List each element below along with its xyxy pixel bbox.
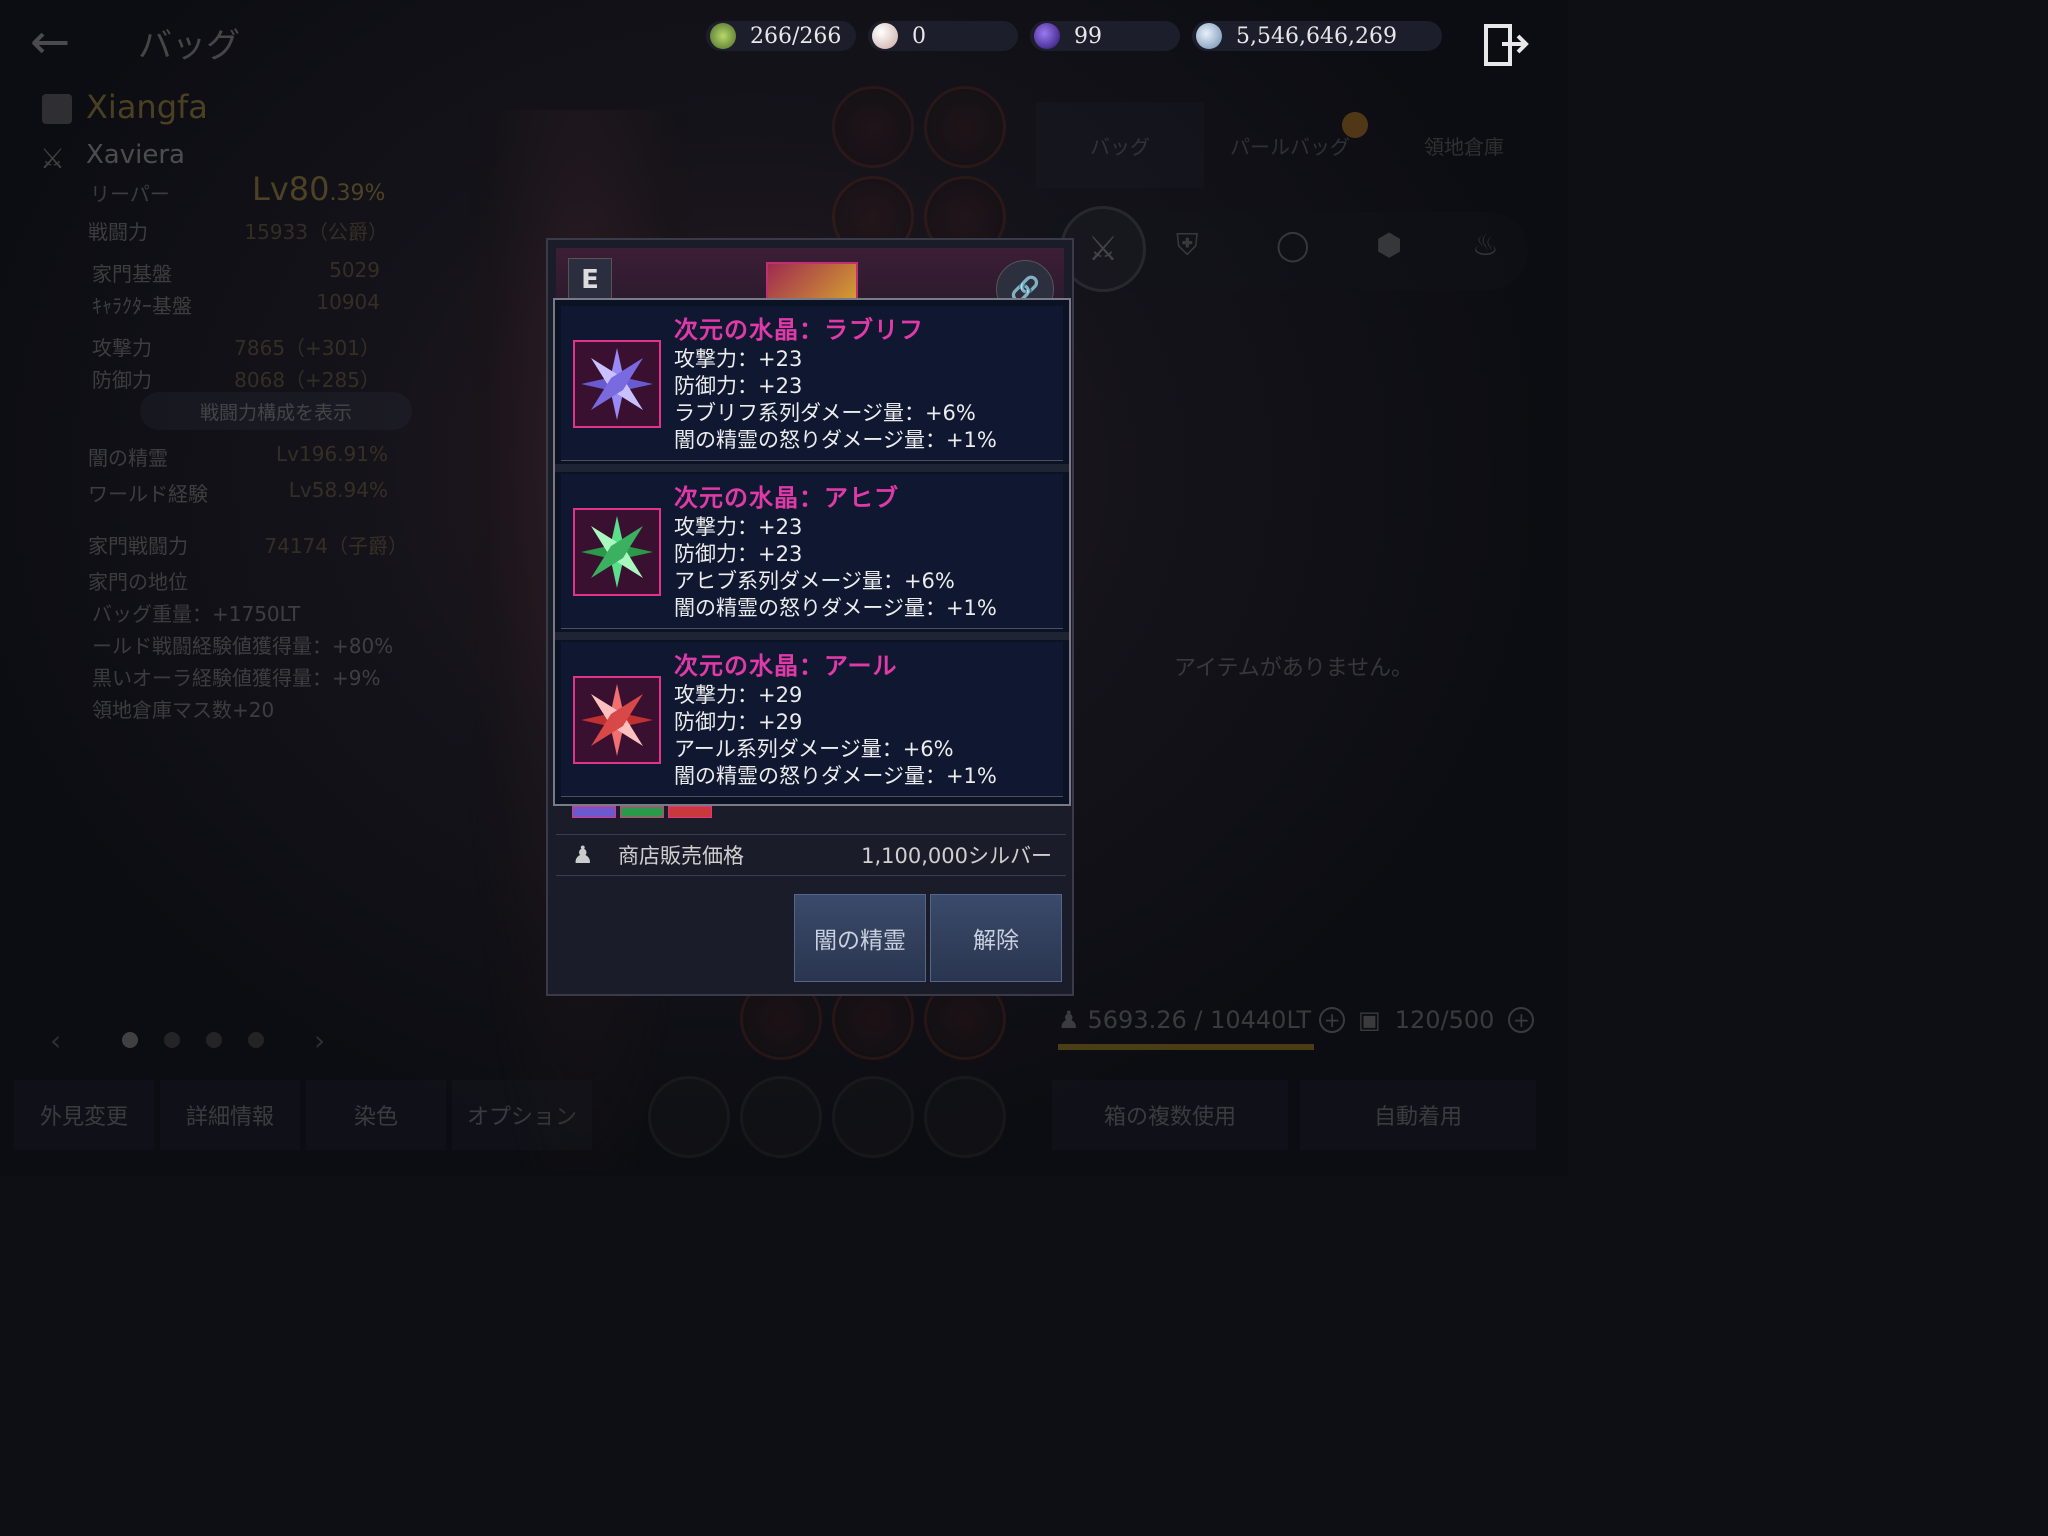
stat-line: 防御力：+23 — [674, 374, 803, 398]
stat-line: 闇の精霊の怒りダメージ量：+1% — [674, 428, 997, 452]
stat-line: 防御力：+29 — [674, 710, 803, 734]
stat-line: 攻撃力：+23 — [674, 515, 803, 539]
release-button[interactable]: 解除 — [930, 894, 1062, 982]
stat-line: 防御力：+23 — [674, 542, 803, 566]
crystal-item[interactable]: 次元の水晶：ラブリフ 攻撃力：+23 防御力：+23 ラブリフ系列ダメージ量：+… — [561, 306, 1063, 461]
crystal-name: 次元の水晶：アール — [674, 652, 898, 680]
stat-line: アール系列ダメージ量：+6% — [674, 737, 954, 761]
crystal-stats: 攻撃力：+23 防御力：+23 アヒブ系列ダメージ量：+6% 闇の精霊の怒りダメ… — [674, 514, 997, 622]
dark-spirit-button[interactable]: 闇の精霊 — [794, 894, 926, 982]
stat-line: アヒブ系列ダメージ量：+6% — [674, 569, 955, 593]
divider — [555, 464, 1069, 472]
socket-icon — [620, 806, 664, 818]
crystal-name: 次元の水晶：ラブリフ — [674, 316, 924, 344]
stat-line: 闇の精霊の怒りダメージ量：+1% — [674, 596, 997, 620]
crystal-list-panel: 次元の水晶：ラブリフ 攻撃力：+23 防御力：+23 ラブリフ系列ダメージ量：+… — [553, 298, 1071, 806]
sell-price-label: 商店販売価格 — [618, 844, 744, 868]
crystal-item[interactable]: 次元の水晶：アール 攻撃力：+29 防御力：+29 アール系列ダメージ量：+6%… — [561, 642, 1063, 797]
purple-crystal-icon — [573, 340, 661, 428]
stat-line: ラブリフ系列ダメージ量：+6% — [674, 401, 976, 425]
crystal-item[interactable]: 次元の水晶：アヒブ 攻撃力：+23 防御力：+23 アヒブ系列ダメージ量：+6%… — [561, 474, 1063, 629]
crystal-name: 次元の水晶：アヒブ — [674, 484, 899, 512]
crystal-stats: 攻撃力：+23 防御力：+23 ラブリフ系列ダメージ量：+6% 闇の精霊の怒りダ… — [674, 346, 997, 454]
stat-line: 攻撃力：+29 — [674, 683, 803, 707]
money-bag-icon: ♟ — [572, 841, 594, 869]
socket-icon — [668, 806, 712, 818]
crystal-stats: 攻撃力：+29 防御力：+29 アール系列ダメージ量：+6% 闇の精霊の怒りダメ… — [674, 682, 997, 790]
red-crystal-icon — [573, 676, 661, 764]
grade-badge: E — [568, 258, 612, 302]
stat-line: 攻撃力：+23 — [674, 347, 803, 371]
sell-price-value: 1,100,000シルバー — [861, 844, 1052, 868]
socket-icon — [572, 806, 616, 818]
divider — [555, 632, 1069, 640]
sell-price-row: ♟ 商店販売価格 1,100,000シルバー — [556, 834, 1066, 876]
stat-line: 闇の精霊の怒りダメージ量：+1% — [674, 764, 997, 788]
green-crystal-icon — [573, 508, 661, 596]
